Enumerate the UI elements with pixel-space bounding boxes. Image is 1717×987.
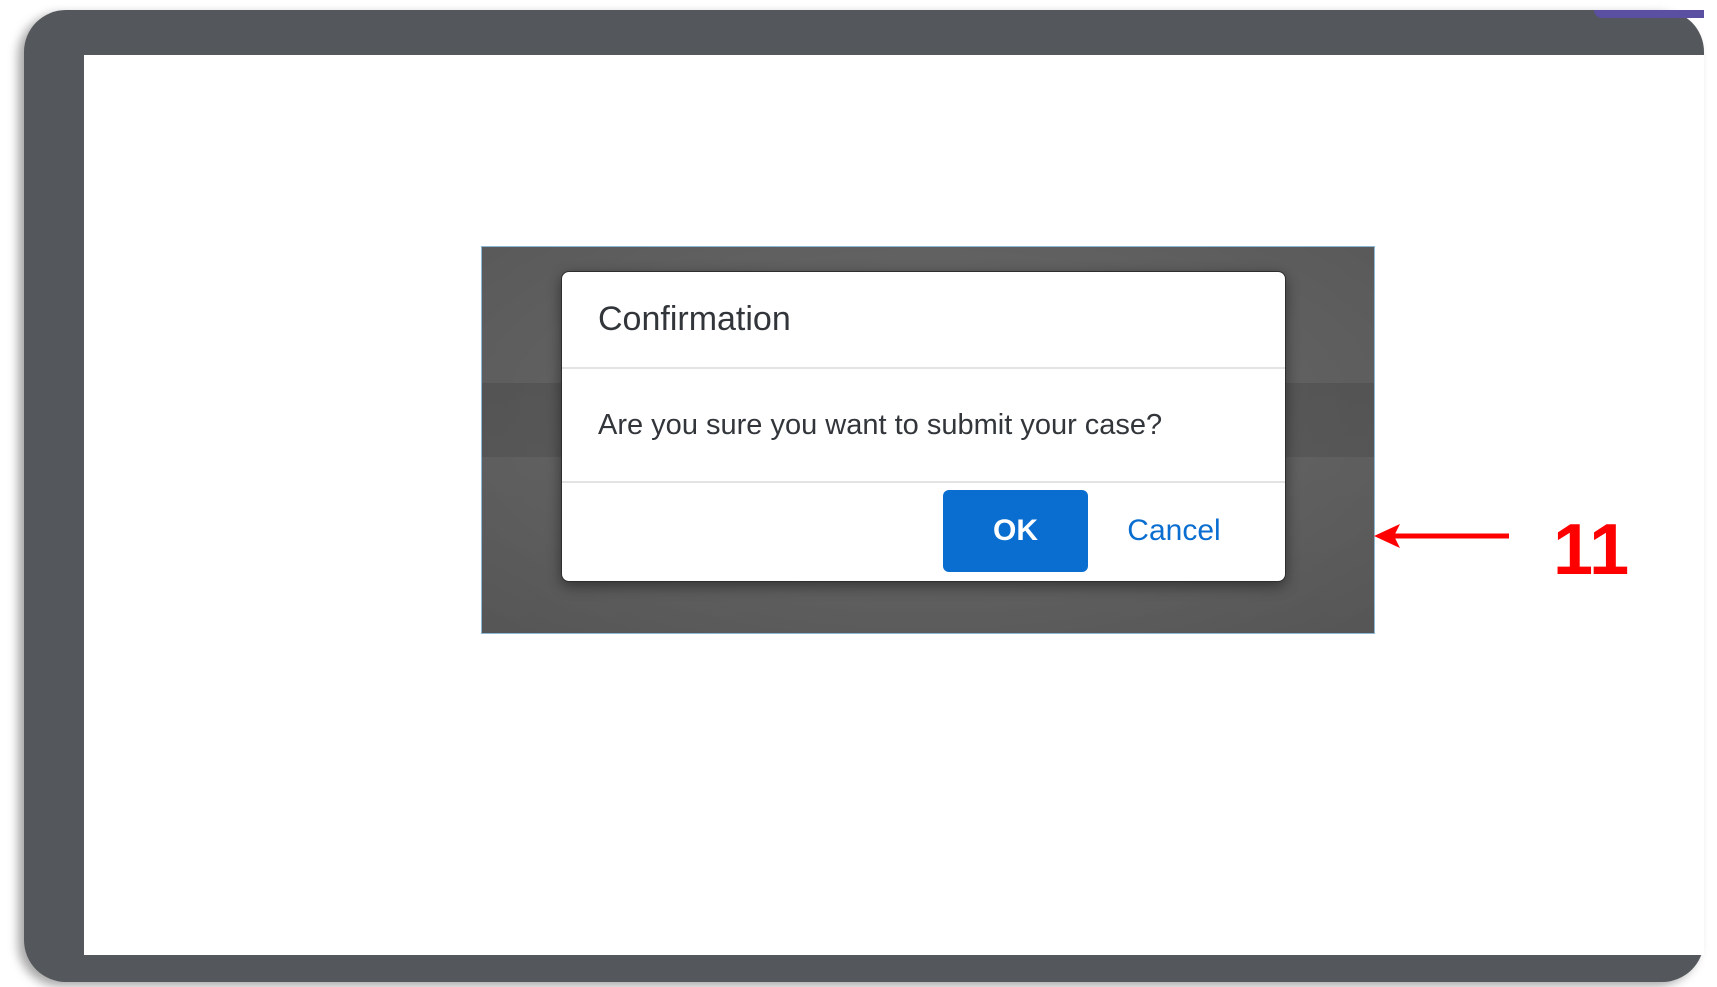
dialog-footer: OK Cancel bbox=[562, 483, 1285, 581]
cancel-button[interactable]: Cancel bbox=[1114, 490, 1234, 572]
dialog-message: Are you sure you want to submit your cas… bbox=[598, 408, 1163, 441]
confirmation-dialog: Confirmation Are you sure you want to su… bbox=[561, 271, 1286, 582]
left-arrow-icon bbox=[1374, 524, 1509, 548]
device-frame: Confirmation Are you sure you want to su… bbox=[24, 10, 1704, 982]
dialog-header: Confirmation bbox=[562, 272, 1285, 369]
step-number-label: 11 bbox=[1553, 510, 1630, 590]
screen-area: Confirmation Are you sure you want to su… bbox=[84, 55, 1704, 955]
dialog-body: Are you sure you want to submit your cas… bbox=[562, 369, 1285, 483]
ok-button[interactable]: OK bbox=[943, 490, 1088, 572]
dialog-screenshot: Confirmation Are you sure you want to su… bbox=[481, 246, 1375, 634]
frame-corner-accent bbox=[1594, 10, 1704, 18]
dialog-title: Confirmation bbox=[598, 300, 791, 338]
